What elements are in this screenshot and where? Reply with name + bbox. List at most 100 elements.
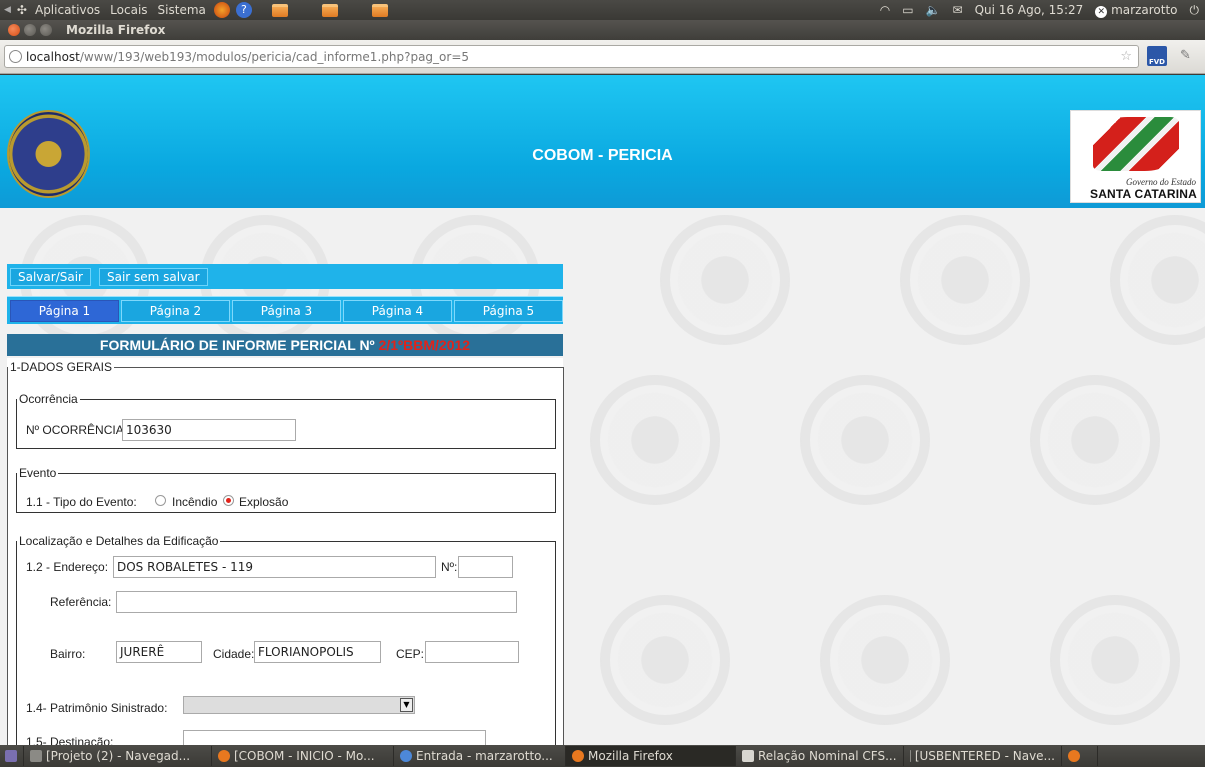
power-icon[interactable]: ⏻ bbox=[1190, 3, 1200, 18]
top-panel: ◀ ✣ Aplicativos Locais Sistema ? ◠ ▭ 🔈 ✉… bbox=[0, 0, 1205, 20]
panel-arrow-icon[interactable]: ◀ bbox=[4, 5, 11, 15]
close-window-button[interactable] bbox=[8, 24, 20, 36]
url-bar[interactable]: localhost/www/193/web193/modulos/pericia… bbox=[4, 45, 1139, 68]
location-group: Localização e Detalhes da Edificação 1.2… bbox=[16, 534, 556, 745]
tab-page-1[interactable]: Página 1 bbox=[10, 299, 119, 322]
page-content: COBOM - PERICIA Governo do Estado SANTA … bbox=[0, 75, 1205, 745]
menu-places[interactable]: Locais bbox=[108, 1, 149, 19]
battery-icon[interactable]: ▭ bbox=[902, 3, 913, 17]
address-label: 1.2 - Endereço: bbox=[26, 560, 109, 574]
page-title: COBOM - PERICIA bbox=[532, 147, 673, 164]
help-icon[interactable]: ? bbox=[235, 2, 252, 18]
firefox-launcher-icon[interactable] bbox=[213, 2, 230, 18]
folder-launcher-icon[interactable] bbox=[271, 3, 288, 17]
form-area: 1-DADOS GERAIS Ocorrência Nº OCORRÊNCIA:… bbox=[7, 358, 564, 745]
tab-page-2[interactable]: Página 2 bbox=[121, 299, 230, 322]
folder-launcher-icon[interactable] bbox=[321, 3, 338, 17]
tab-page-4[interactable]: Página 4 bbox=[343, 299, 452, 322]
address-input[interactable]: DOS ROBALETES - 119 bbox=[113, 556, 436, 578]
user-icon: ✕ bbox=[1095, 5, 1108, 18]
wifi-icon[interactable]: ◠ bbox=[880, 3, 890, 17]
occurrence-legend: Ocorrência bbox=[19, 392, 78, 406]
event-explosion-radio[interactable] bbox=[223, 495, 234, 506]
event-legend: Evento bbox=[19, 466, 57, 480]
number-input[interactable] bbox=[458, 556, 513, 578]
taskbar-item[interactable]: [Projeto (2) - Navegad... bbox=[24, 746, 212, 766]
reference-input[interactable] bbox=[116, 591, 517, 613]
destination-input[interactable] bbox=[183, 730, 486, 745]
mail-icon[interactable]: ✉ bbox=[953, 3, 963, 17]
event-group: Evento 1.1 - Tipo do Evento: Incêndio Ex… bbox=[16, 466, 556, 513]
taskbar-item[interactable]: Relação Nominal CFS... bbox=[736, 746, 904, 766]
background-emblem bbox=[1110, 215, 1205, 345]
property-select[interactable]: ▼ bbox=[183, 696, 415, 714]
volume-icon[interactable]: 🔈 bbox=[926, 3, 941, 17]
section-general-data: 1-DADOS GERAIS Ocorrência Nº OCORRÊNCIA:… bbox=[7, 360, 564, 745]
destination-label: 1.5- Destinação: bbox=[26, 735, 114, 745]
ubuntu-logo-icon[interactable]: ✣ bbox=[17, 3, 27, 17]
background-emblem bbox=[590, 375, 720, 505]
taskbar-item[interactable]: Entrada - marzarotto... bbox=[394, 746, 566, 766]
exit-without-saving-button[interactable]: Sair sem salvar bbox=[98, 267, 208, 286]
district-input[interactable]: JURERÊ INTER bbox=[116, 641, 202, 663]
save-exit-button[interactable]: Salvar/Sair bbox=[10, 267, 91, 286]
menu-system[interactable]: Sistema bbox=[156, 1, 208, 19]
section-general-data-legend: 1-DADOS GERAIS bbox=[10, 360, 113, 374]
taskbar-item[interactable]: [USBENTERED - Nave... bbox=[904, 746, 1062, 766]
fvd-label: FVD bbox=[1148, 58, 1165, 66]
logo-subtitle: Governo do Estado bbox=[1126, 177, 1196, 187]
santa-catarina-flag-icon bbox=[1093, 117, 1179, 171]
background-emblem bbox=[1030, 375, 1160, 505]
event-type-label: 1.1 - Tipo do Evento: bbox=[26, 495, 137, 509]
taskbar-item-label: Relação Nominal CFS... bbox=[758, 749, 897, 763]
santa-catarina-logo: Governo do Estado SANTA CATARINA bbox=[1070, 110, 1201, 203]
show-desktop-button[interactable] bbox=[0, 746, 24, 766]
taskbar-item[interactable]: [COBOM - INICIO - Mo... bbox=[212, 746, 394, 766]
occurrence-number-label: Nº OCORRÊNCIA: bbox=[26, 423, 128, 437]
window-title: Mozilla Firefox bbox=[66, 23, 166, 37]
background-emblem bbox=[1050, 595, 1180, 725]
maximize-window-button[interactable] bbox=[40, 24, 52, 36]
city-input[interactable]: FLORIANOPOLIS bbox=[254, 641, 381, 663]
occurrence-number-input[interactable]: 103630 bbox=[122, 419, 296, 441]
action-bar: Salvar/Sair Sair sem salvar bbox=[7, 264, 563, 289]
event-fire-radio[interactable] bbox=[155, 495, 166, 506]
tab-page-3[interactable]: Página 3 bbox=[232, 299, 341, 322]
document-icon bbox=[742, 750, 754, 762]
occurrence-group: Ocorrência Nº OCORRÊNCIA: 103630 bbox=[16, 392, 556, 449]
tab-page-5[interactable]: Página 5 bbox=[454, 299, 563, 322]
background-emblem bbox=[660, 215, 790, 345]
event-fire-label: Incêndio bbox=[172, 495, 218, 509]
zip-input[interactable] bbox=[425, 641, 519, 663]
logo-title: SANTA CATARINA bbox=[1089, 187, 1197, 201]
minimize-window-button[interactable] bbox=[24, 24, 36, 36]
user-menu[interactable]: ✕ marzarotto bbox=[1095, 3, 1178, 18]
file-browser-icon bbox=[30, 750, 42, 762]
form-number: 2/1ºBBM/2012 bbox=[378, 337, 471, 353]
background-emblem bbox=[800, 375, 930, 505]
event-explosion-label: Explosão bbox=[239, 495, 289, 509]
pin-icon[interactable]: ✎ bbox=[1180, 48, 1191, 63]
folder-launcher-icon[interactable] bbox=[371, 3, 388, 17]
bookmark-star-icon[interactable]: ☆ bbox=[1120, 49, 1132, 64]
taskbar-item-label: [Projeto (2) - Navegad... bbox=[46, 749, 191, 763]
firefox-icon bbox=[218, 750, 230, 762]
property-label: 1.4- Patrimônio Sinistrado: bbox=[26, 701, 168, 715]
taskbar-item[interactable]: Mozilla Firefox bbox=[566, 746, 736, 766]
mail-client-icon bbox=[400, 750, 412, 762]
background-emblem bbox=[820, 595, 950, 725]
fvd-extension-icon[interactable]: FVD bbox=[1147, 46, 1167, 66]
clock[interactable]: Qui 16 Ago, 15:27 bbox=[975, 3, 1084, 17]
background-emblem bbox=[900, 215, 1030, 345]
menu-applications[interactable]: Aplicativos bbox=[33, 1, 102, 19]
taskbar-item-label: Mozilla Firefox bbox=[588, 749, 673, 763]
city-label: Cidade: bbox=[213, 647, 255, 661]
window-title-bar[interactable]: Mozilla Firefox bbox=[0, 20, 1205, 40]
form-header-text: FORMULÁRIO DE INFORME PERICIAL Nº bbox=[99, 337, 375, 353]
firefox-icon bbox=[572, 750, 584, 762]
zip-label: CEP: bbox=[396, 647, 425, 661]
globe-icon bbox=[9, 50, 22, 63]
taskbar-item[interactable] bbox=[1062, 746, 1098, 766]
district-label: Bairro: bbox=[50, 647, 86, 661]
firefox-icon bbox=[1068, 750, 1080, 762]
